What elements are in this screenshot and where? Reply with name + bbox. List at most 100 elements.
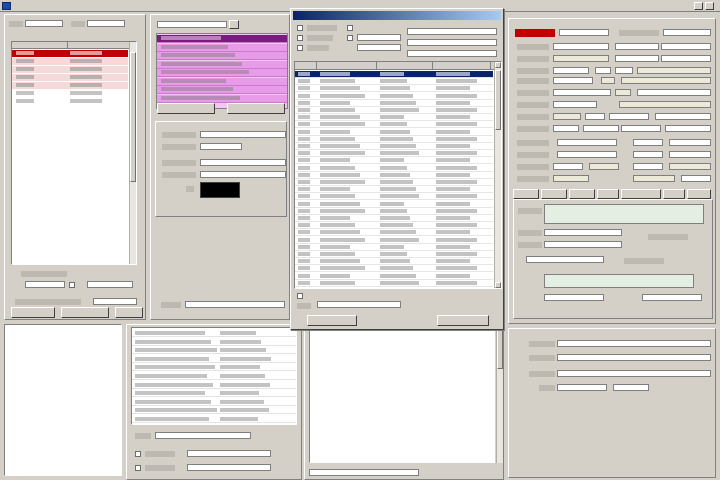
- br-field-4[interactable]: [557, 384, 607, 391]
- detail-form-field[interactable]: [553, 67, 589, 74]
- form-field-2[interactable]: [200, 143, 242, 150]
- checkbox-icon[interactable]: [135, 451, 141, 457]
- table-row[interactable]: [295, 128, 493, 136]
- detail-form-field[interactable]: [557, 151, 617, 158]
- table-row[interactable]: [295, 258, 493, 266]
- bottom-check-field-1[interactable]: [187, 450, 271, 457]
- left-button-3[interactable]: [115, 307, 143, 318]
- green-field-2[interactable]: [544, 274, 694, 288]
- form-field-1[interactable]: [200, 131, 286, 138]
- list-item[interactable]: [132, 407, 296, 415]
- list-item[interactable]: [132, 347, 296, 355]
- magenta-list-item[interactable]: [157, 43, 287, 52]
- detail-form-field[interactable]: [669, 139, 711, 146]
- detail-form-field[interactable]: [665, 125, 711, 132]
- list-item[interactable]: [12, 58, 128, 65]
- from-field[interactable]: [25, 20, 63, 27]
- popup-cancel-button[interactable]: [437, 315, 489, 326]
- magenta-list-item[interactable]: [157, 60, 287, 69]
- table-row[interactable]: [295, 229, 493, 237]
- checkbox-icon[interactable]: [347, 25, 353, 31]
- table-row[interactable]: [295, 107, 493, 114]
- detail-form-field[interactable]: [615, 89, 631, 96]
- detail-form-field[interactable]: [553, 175, 589, 182]
- table-row[interactable]: [295, 99, 493, 107]
- detail-form-field[interactable]: [619, 101, 711, 108]
- checkbox-icon[interactable]: [297, 25, 303, 31]
- checkbox-icon[interactable]: [135, 465, 141, 471]
- table-row[interactable]: [295, 114, 493, 122]
- detail-form-field[interactable]: [615, 67, 633, 74]
- table-row[interactable]: [295, 193, 493, 201]
- detail-form-field[interactable]: [633, 163, 663, 170]
- br-field-5[interactable]: [613, 384, 649, 391]
- left-button-1[interactable]: [11, 307, 55, 318]
- name-field[interactable]: [185, 301, 285, 308]
- detail-form-field[interactable]: [633, 151, 663, 158]
- minimize-icon[interactable]: [694, 2, 703, 10]
- magenta-list-item[interactable]: [157, 94, 287, 103]
- bottom-middle-field[interactable]: [155, 432, 251, 439]
- table-row[interactable]: [295, 222, 493, 230]
- detail-form-field[interactable]: [661, 55, 711, 62]
- magenta-remove-button[interactable]: [227, 103, 285, 114]
- detail-form-field[interactable]: [615, 55, 659, 62]
- record-field[interactable]: [559, 29, 609, 36]
- list-item[interactable]: [132, 373, 296, 380]
- table-row[interactable]: [295, 121, 493, 129]
- table-row[interactable]: [295, 265, 493, 273]
- table-row[interactable]: [295, 164, 493, 172]
- table-row[interactable]: [295, 157, 493, 165]
- table-row[interactable]: [295, 243, 493, 251]
- table-row[interactable]: [295, 135, 493, 143]
- grid-popup-scrollbar[interactable]: [494, 62, 501, 288]
- popup-filter-field-1[interactable]: [357, 34, 401, 41]
- detail-form-field[interactable]: [655, 113, 711, 120]
- detail-form-field[interactable]: [633, 175, 675, 182]
- popup-filter-field-4[interactable]: [407, 39, 497, 46]
- detail-form-field[interactable]: [553, 163, 583, 170]
- detail-form-field[interactable]: [553, 55, 609, 62]
- list-item[interactable]: [12, 74, 128, 81]
- magenta-list-item[interactable]: [157, 86, 287, 94]
- list-item[interactable]: [132, 382, 296, 389]
- table-row[interactable]: [295, 272, 493, 280]
- total-field[interactable]: [93, 298, 137, 305]
- table-row[interactable]: [295, 207, 493, 215]
- period-from-field[interactable]: [25, 281, 65, 288]
- detail-tab-field-4[interactable]: [526, 256, 604, 263]
- detail-form-field[interactable]: [609, 113, 649, 120]
- tab-7[interactable]: [687, 189, 711, 199]
- br-field-2[interactable]: [557, 354, 711, 361]
- checkbox-icon[interactable]: [69, 282, 75, 288]
- left-button-2[interactable]: [61, 307, 109, 318]
- detail-form-field[interactable]: [585, 113, 605, 120]
- detail-form-field[interactable]: [621, 77, 711, 84]
- tab-2[interactable]: [541, 189, 567, 199]
- detail-form-field[interactable]: [661, 43, 711, 50]
- green-field-1[interactable]: [544, 204, 704, 224]
- list-item[interactable]: [12, 90, 128, 97]
- popup-filter-field-3[interactable]: [407, 28, 497, 35]
- list-item[interactable]: [132, 399, 296, 406]
- table-row[interactable]: [295, 186, 493, 194]
- list-item[interactable]: [132, 364, 296, 372]
- list-item[interactable]: [132, 356, 296, 363]
- detail-form-field[interactable]: [621, 125, 661, 132]
- period-to-field[interactable]: [87, 281, 133, 288]
- table-row[interactable]: [295, 236, 493, 244]
- table-row[interactable]: [295, 92, 493, 100]
- table-row[interactable]: [295, 71, 493, 78]
- tab-5[interactable]: [621, 189, 661, 199]
- detail-tab-field-2[interactable]: [544, 229, 622, 236]
- list-item[interactable]: [12, 66, 128, 73]
- grid-popup-scroll-thumb[interactable]: [495, 70, 501, 130]
- tab-1[interactable]: [513, 189, 539, 199]
- table-row[interactable]: [295, 78, 493, 86]
- record-field-2[interactable]: [663, 29, 711, 36]
- detail-form-field[interactable]: [583, 125, 619, 132]
- tab-3[interactable]: [569, 189, 595, 199]
- detail-form-field[interactable]: [553, 43, 609, 50]
- detail-tab-field-7[interactable]: [642, 294, 702, 301]
- bottom-center-scrollbar[interactable]: [496, 329, 503, 463]
